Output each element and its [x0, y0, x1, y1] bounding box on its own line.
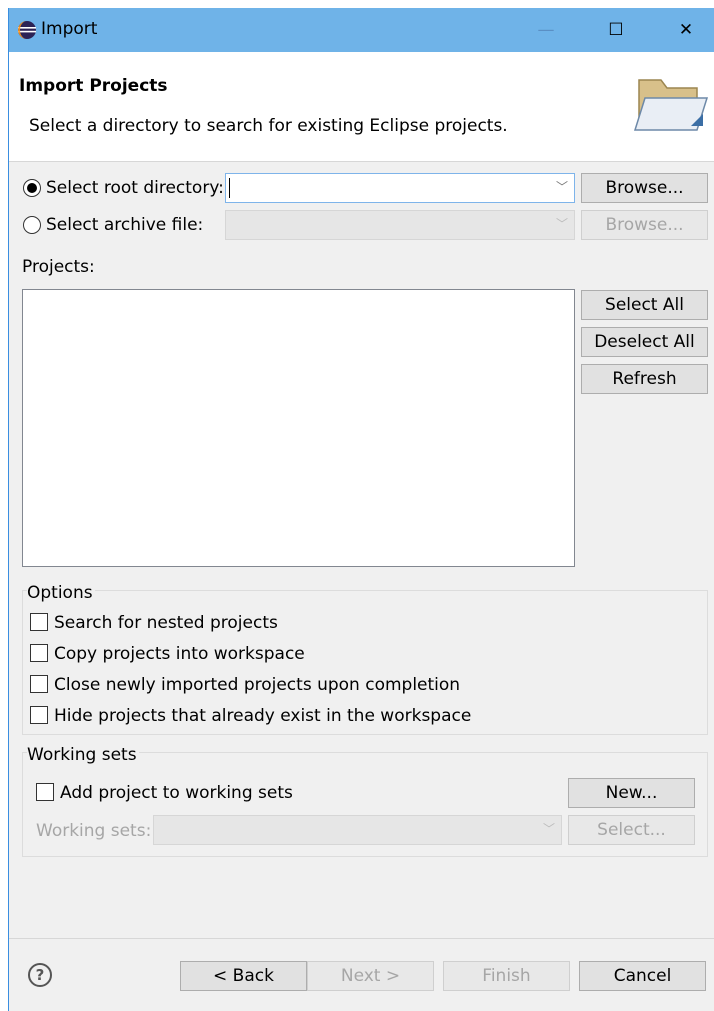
browse-root-button[interactable]: Browse... [581, 173, 708, 203]
projects-list[interactable] [22, 289, 575, 567]
window-title: Import [41, 19, 98, 39]
add-working-sets-checkbox[interactable] [36, 783, 54, 801]
select-all-button[interactable]: Select All [581, 290, 708, 320]
close-button[interactable]: ✕ [661, 8, 711, 52]
root-directory-label[interactable]: Select root directory: [46, 178, 224, 198]
options-title: Options [27, 583, 95, 603]
copy-projects-checkbox[interactable] [30, 644, 48, 662]
folder-open-icon [633, 79, 709, 131]
nested-projects-label[interactable]: Search for nested projects [54, 613, 278, 633]
finish-button: Finish [443, 961, 570, 991]
working-sets-label: Working sets: [36, 821, 152, 841]
deselect-all-button[interactable]: Deselect All [581, 327, 708, 357]
next-button: Next > [307, 961, 434, 991]
chevron-down-icon[interactable]: ﹀ [556, 178, 568, 195]
root-directory-combo[interactable]: ﹀ [225, 173, 575, 203]
root-directory-radio[interactable] [23, 179, 41, 197]
copy-projects-label[interactable]: Copy projects into workspace [54, 644, 305, 664]
close-projects-label[interactable]: Close newly imported projects upon compl… [54, 675, 460, 695]
chevron-down-icon: ﹀ [555, 217, 568, 231]
back-button[interactable]: < Back [180, 961, 307, 991]
working-sets-title: Working sets [27, 745, 139, 765]
refresh-button[interactable]: Refresh [581, 364, 708, 394]
hide-existing-label[interactable]: Hide projects that already exist in the … [54, 706, 471, 726]
import-dialog: Import — ☐ ✕ Import Projects Select a di… [8, 8, 714, 1011]
wizard-header: Import Projects Select a directory to se… [9, 52, 714, 162]
page-title: Import Projects [19, 76, 168, 96]
title-bar[interactable]: Import — ☐ ✕ [9, 8, 714, 52]
hide-existing-checkbox[interactable] [30, 706, 48, 724]
chevron-down-icon: ﹀ [542, 822, 555, 836]
maximize-button[interactable]: ☐ [591, 8, 641, 52]
working-sets-combo: ﹀ [153, 815, 562, 845]
new-working-set-button[interactable]: New... [568, 778, 695, 808]
minimize-button[interactable]: — [521, 8, 571, 52]
projects-label: Projects: [22, 257, 95, 277]
footer-separator [9, 938, 714, 939]
add-working-sets-label[interactable]: Add project to working sets [60, 783, 293, 803]
nested-projects-checkbox[interactable] [30, 613, 48, 631]
archive-file-radio[interactable] [23, 216, 41, 234]
page-description: Select a directory to search for existin… [29, 116, 508, 136]
eclipse-icon [18, 21, 36, 39]
help-icon[interactable]: ? [28, 963, 52, 987]
close-projects-checkbox[interactable] [30, 675, 48, 693]
cancel-button[interactable]: Cancel [579, 961, 706, 991]
browse-archive-button: Browse... [581, 210, 708, 240]
archive-file-label[interactable]: Select archive file: [46, 215, 203, 235]
select-working-sets-button: Select... [568, 815, 695, 845]
archive-file-combo: ﹀ [225, 210, 575, 240]
text-cursor [229, 178, 230, 198]
